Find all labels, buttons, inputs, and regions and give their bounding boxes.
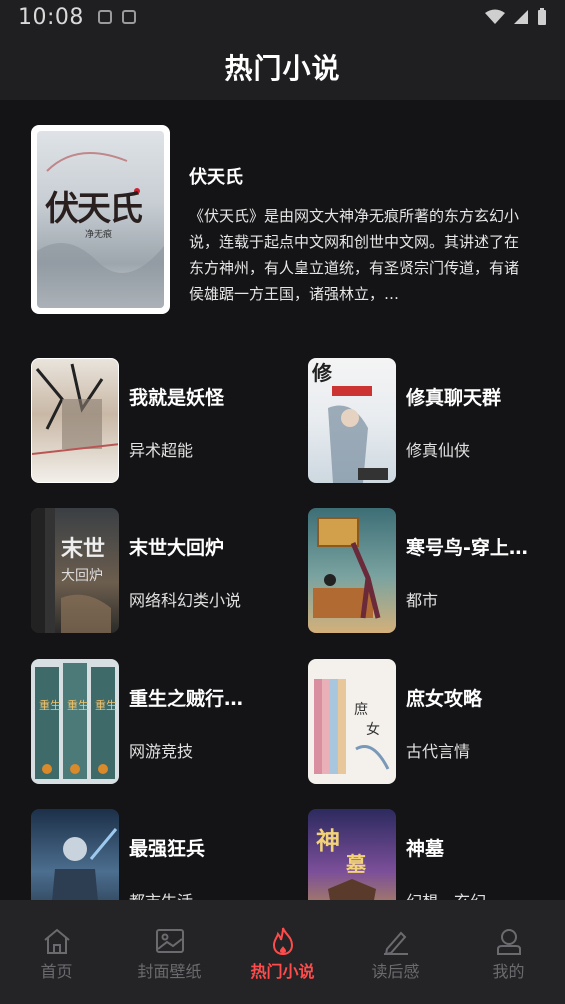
novel-list[interactable]: 伏天氏 净无痕 伏天氏 《伏天氏》是由网文大神净无痕所著的东方玄幻小说，连载于起… <box>0 100 565 900</box>
book-cover[interactable]: 重生 重生 重生 <box>31 659 119 784</box>
book-title: 重生之贼行… <box>129 688 244 710</box>
book-cover[interactable]: 修 <box>308 358 396 483</box>
book-genre: 幻想，玄幻 <box>406 888 546 900</box>
book-title: 我就是妖怪 <box>129 387 225 409</box>
book-genre: 异术超能 <box>129 441 194 460</box>
tab-profile[interactable]: 我的 <box>452 900 565 1004</box>
book-genre: 都市生活 <box>129 888 269 900</box>
svg-text:女: 女 <box>366 721 380 738</box>
featured-book-title: 伏天氏 <box>189 167 243 188</box>
book-title: 末世大回炉 <box>129 537 225 559</box>
featured-book[interactable]: 伏天氏 净无痕 伏天氏 《伏天氏》是由网文大神净无痕所著的东方玄幻小说，连载于起… <box>31 125 535 315</box>
book-item[interactable]: 最强狂兵 都市生活 <box>31 809 271 900</box>
book-genre: 网游竞技 <box>129 742 194 761</box>
pen-icon <box>380 926 412 956</box>
book-info: 寒号鸟-穿上… 都市 <box>406 508 546 633</box>
book-title: 神墓 <box>406 838 445 860</box>
signal-icon <box>514 10 528 24</box>
book-title: 修真聊天群 <box>406 387 502 409</box>
status-right-icons <box>485 8 547 26</box>
book-item[interactable]: 庶 女 庶女攻略 古代言情 <box>308 659 548 784</box>
page-title: 热门小说 <box>224 52 341 85</box>
book-info: 重生之贼行… 网游竞技 <box>129 659 269 784</box>
svg-text:大回炉: 大回炉 <box>61 568 103 584</box>
fire-icon <box>267 926 299 956</box>
svg-text:重生: 重生 <box>39 698 61 712</box>
book-info: 最强狂兵 都市生活 <box>129 809 269 900</box>
book-item[interactable]: 重生 重生 重生 重生之贼行… 网游竞技 <box>31 659 271 784</box>
tab-home[interactable]: 首页 <box>0 900 113 1004</box>
book-info: 神墓 幻想，玄幻 <box>406 809 546 900</box>
tab-reviews[interactable]: 读后感 <box>339 900 452 1004</box>
status-notification-icons <box>97 10 136 24</box>
status-time: 10:08 <box>18 4 84 30</box>
book-genre: 古代言情 <box>406 742 471 761</box>
app-header: 热门小说 <box>0 34 565 100</box>
notification-icon <box>97 10 112 24</box>
image-icon <box>154 926 186 956</box>
book-title: 寒号鸟-穿上… <box>406 537 528 559</box>
book-item[interactable]: 末世 大回炉 末世大回炉 网络科幻类小说 <box>31 508 271 633</box>
book-item[interactable]: 我就是妖怪 异术超能 <box>31 358 271 483</box>
svg-text:庶: 庶 <box>354 702 368 718</box>
book-info: 我就是妖怪 异术超能 <box>129 358 269 483</box>
svg-text:修: 修 <box>311 361 333 385</box>
book-title: 最强狂兵 <box>129 838 206 860</box>
book-info: 末世大回炉 网络科幻类小说 <box>129 508 269 633</box>
book-title: 庶女攻略 <box>406 688 483 710</box>
book-cover[interactable]: 神 墓 <box>308 809 396 900</box>
bottom-tab-bar: 首页 封面壁纸 热门小说 读后感 我的 <box>0 900 565 1004</box>
book-item[interactable]: 神 墓 神墓 幻想，玄幻 <box>308 809 548 900</box>
svg-text:神: 神 <box>316 826 340 855</box>
app-notification-icon <box>121 10 136 24</box>
book-genre: 网络科幻类小说 <box>129 591 242 610</box>
tab-cover-wallpaper[interactable]: 封面壁纸 <box>113 900 226 1004</box>
user-icon <box>493 926 525 956</box>
book-item[interactable]: 修 修真聊天群 修真仙侠 <box>308 358 548 483</box>
status-bar: 10:08 <box>0 0 565 34</box>
book-genre: 修真仙侠 <box>406 441 471 460</box>
book-item[interactable]: 寒号鸟-穿上… 都市 <box>308 508 548 633</box>
featured-book-info: 伏天氏 《伏天氏》是由网文大神净无痕所著的东方玄幻小说，连载于起点中文网和创世中… <box>189 125 529 315</box>
featured-cover-title: 伏天氏 <box>45 189 143 229</box>
book-cover[interactable] <box>308 508 396 633</box>
tab-label: 我的 <box>492 962 525 981</box>
wifi-icon <box>485 9 505 24</box>
tab-label: 封面壁纸 <box>137 962 202 981</box>
featured-cover-art: 伏天氏 净无痕 <box>37 131 164 308</box>
featured-cover-author: 净无痕 <box>85 230 113 240</box>
svg-text:墓: 墓 <box>345 852 367 876</box>
book-cover[interactable]: 末世 大回炉 <box>31 508 119 633</box>
book-cover[interactable] <box>31 358 119 483</box>
book-genre: 都市 <box>406 591 439 610</box>
book-cover[interactable] <box>31 809 119 900</box>
tab-label: 首页 <box>40 962 73 981</box>
svg-text:重生: 重生 <box>95 698 117 712</box>
svg-text:重生: 重生 <box>67 698 89 712</box>
home-icon <box>41 926 73 956</box>
battery-icon <box>538 8 546 25</box>
book-info: 庶女攻略 古代言情 <box>406 659 546 784</box>
tab-hot-novels[interactable]: 热门小说 <box>226 900 339 1004</box>
tab-label: 热门小说 <box>250 962 315 981</box>
book-cover[interactable]: 庶 女 <box>308 659 396 784</box>
book-info: 修真聊天群 修真仙侠 <box>406 358 546 483</box>
svg-text:末世: 末世 <box>61 536 105 562</box>
tab-label: 读后感 <box>371 962 420 981</box>
featured-book-description: 《伏天氏》是由网文大神净无痕所著的东方玄幻小说，连载于起点中文网和创世中文网。其… <box>189 207 520 303</box>
featured-book-cover[interactable]: 伏天氏 净无痕 <box>31 125 170 314</box>
